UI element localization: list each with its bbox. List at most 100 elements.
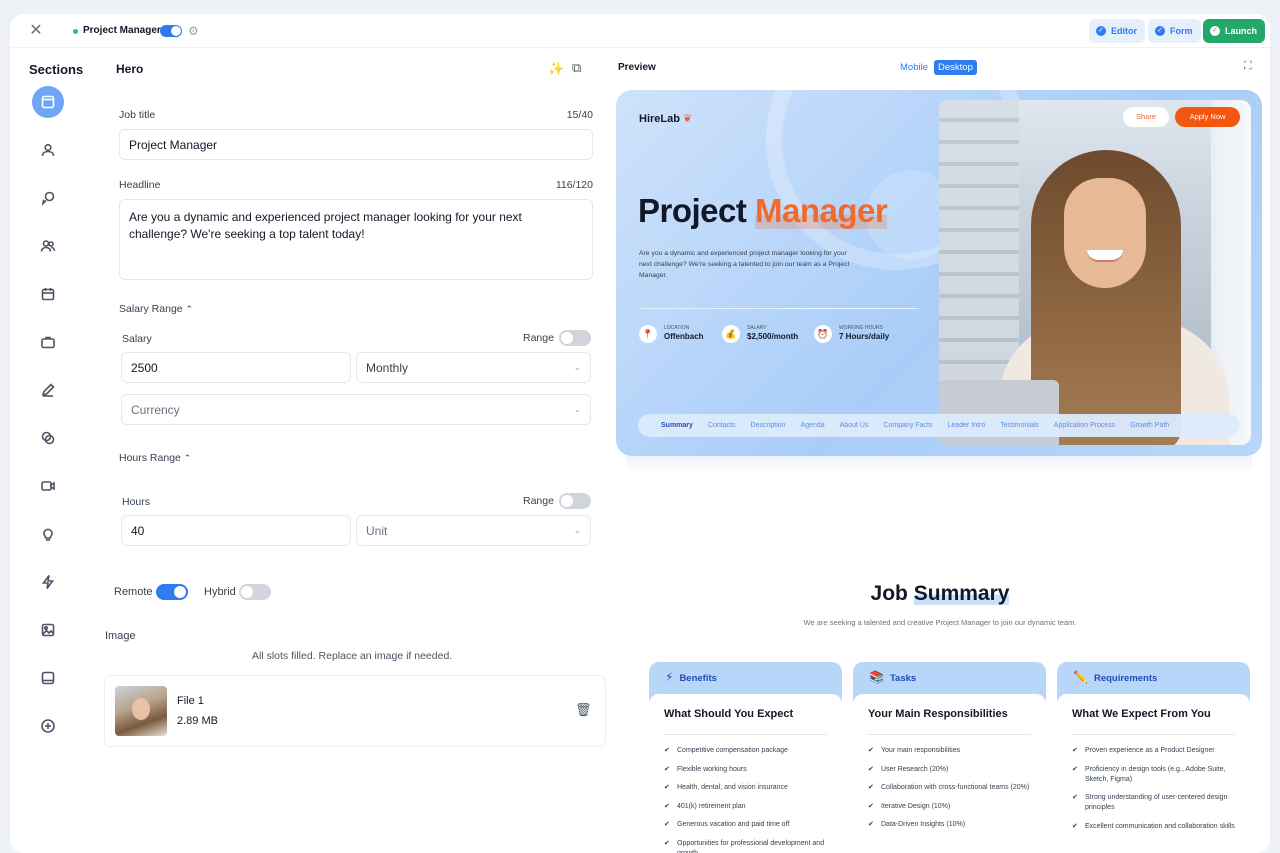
close-icon[interactable]: ✕ <box>28 23 44 39</box>
hours-range-toggle[interactable] <box>559 493 591 509</box>
nav-item-company-facts[interactable]: Company Facts <box>883 422 932 429</box>
magic-wand-icon[interactable]: ✨ <box>548 61 564 77</box>
remote-toggle[interactable] <box>155 584 188 600</box>
stat-label: LOCATION <box>664 325 690 331</box>
divider <box>639 308 919 309</box>
chevron-up-icon: ⌃ <box>183 453 192 463</box>
summary-title-part1: Job <box>870 582 908 605</box>
job-title-label: Job title <box>119 109 156 121</box>
form-button[interactable]: ✓ Form <box>1148 19 1201 43</box>
salary-range-text: Salary Range <box>119 303 183 315</box>
file-name: File 1 <box>177 695 204 707</box>
benefits-card: ⚡ Benefits What Should You Expect Competi… <box>649 662 842 853</box>
hours-range-text: Hours Range <box>119 452 181 464</box>
calendar-icon[interactable] <box>32 278 64 310</box>
card-tab: ✏️ Requirements <box>1073 670 1157 684</box>
check-icon: ✓ <box>1096 26 1106 36</box>
bolt-icon[interactable] <box>32 566 64 598</box>
nav-item-agenda[interactable]: Agenda <box>801 422 825 429</box>
stat-value: Offenbach <box>664 332 704 341</box>
preview-label: Preview <box>618 62 656 73</box>
nav-item-growth-path[interactable]: Growth Path <box>1130 422 1169 429</box>
hours-input[interactable]: 40 <box>121 515 351 546</box>
toggle-knob <box>171 26 181 36</box>
card-heading: What Should You Expect <box>664 708 794 720</box>
hero-photo <box>939 100 1251 445</box>
launch-button-label: Launch <box>1225 26 1258 36</box>
toggle-knob <box>561 495 573 507</box>
salary-period-select[interactable]: Monthly ⌄ <box>356 352 591 383</box>
chevron-down-icon: ⌄ <box>573 362 581 372</box>
apply-now-button[interactable]: Apply Now <box>1175 107 1240 127</box>
headline-label: Headline <box>119 179 161 191</box>
list-item: User Research (20%) <box>868 765 1033 775</box>
expand-icon[interactable]: ⛶ <box>1244 60 1252 73</box>
chat-icon[interactable] <box>32 182 64 214</box>
circles-icon[interactable] <box>32 422 64 454</box>
pencil-icon: ✏️ <box>1073 670 1088 684</box>
list-item: Competitive compensation package <box>664 746 829 756</box>
card-tab-label: Tasks <box>889 673 917 684</box>
hybrid-toggle[interactable] <box>238 584 271 600</box>
card-tab: ⚡ Benefits <box>665 670 717 684</box>
file-card: File 1 2.89 MB 🗑 <box>104 675 606 747</box>
video-icon[interactable] <box>32 470 64 502</box>
mobile-tab[interactable]: Mobile <box>900 62 928 73</box>
gear-icon[interactable]: ⚙ <box>188 24 199 38</box>
desktop-tab[interactable]: Desktop <box>934 60 977 75</box>
briefcase-icon[interactable] <box>32 326 64 358</box>
team-icon[interactable] <box>32 230 64 262</box>
list-item: Proven experience as a Product Designer <box>1072 746 1237 756</box>
launch-button[interactable]: ✓ Launch <box>1203 19 1266 43</box>
card-tab: 📚 Tasks <box>869 670 916 684</box>
thumbnail-face <box>132 698 150 720</box>
hybrid-option: Hybrid <box>204 584 271 600</box>
job-title-input[interactable]: Project Manager <box>119 129 593 160</box>
pen-icon[interactable] <box>32 374 64 406</box>
section-title: Hero <box>116 62 144 76</box>
hours-range-label[interactable]: Hours Range ⌃ <box>119 452 191 464</box>
project-name: Project Manager <box>83 25 161 36</box>
editor-button[interactable]: ✓ Editor <box>1089 19 1145 43</box>
nav-item-summary[interactable]: Summary <box>661 422 693 429</box>
top-bar: ✕ Project Manager ⚙ ✓ Editor ✓ Form ✓ Launc… <box>10 14 1270 48</box>
card-heading: What We Expect From You <box>1072 708 1211 720</box>
project-toggle[interactable] <box>160 25 182 37</box>
hero-icon[interactable] <box>32 86 64 118</box>
unit-select[interactable]: Unit ⌄ <box>356 515 591 546</box>
money-bag-icon: 💰 <box>722 325 740 343</box>
hero-title: Project Manager <box>638 192 888 230</box>
sections-sidebar: Sections <box>10 48 100 853</box>
user-icon[interactable] <box>32 134 64 166</box>
image-icon[interactable] <box>32 614 64 646</box>
stat-label: SALARY <box>747 325 767 331</box>
remote-label: Remote <box>114 585 153 598</box>
nav-item-description[interactable]: Description <box>751 422 786 429</box>
hours-label: Hours <box>122 496 151 508</box>
tablet-icon[interactable] <box>32 662 64 694</box>
preview-panel: Preview Mobile Desktop ⛶ HireLab ❦ Proje… <box>610 48 1270 853</box>
divider <box>1072 734 1235 735</box>
nav-item-contacts[interactable]: Contacts <box>708 422 736 429</box>
stat-value: $2,500/month <box>747 332 799 341</box>
trash-icon[interactable]: 🗑 <box>575 702 592 718</box>
add-icon[interactable] <box>32 710 64 742</box>
chevron-down-icon: ⌄ <box>573 404 581 414</box>
share-button[interactable]: Share <box>1123 107 1169 127</box>
chevron-up-icon: ⌃ <box>185 304 194 314</box>
image-add-icon[interactable]: ⧉ <box>572 60 581 76</box>
salary-input[interactable]: 2500 <box>121 352 351 383</box>
nav-item-application-process[interactable]: Application Process <box>1054 422 1115 429</box>
salary-range-toggle[interactable] <box>559 330 591 346</box>
nav-item-about-us[interactable]: About Us <box>840 422 869 429</box>
currency-select[interactable]: Currency ⌄ <box>121 394 591 425</box>
sections-title: Sections <box>29 62 84 77</box>
salary-range-label[interactable]: Salary Range ⌃ <box>119 303 193 315</box>
form-button-label: Form <box>1170 26 1193 36</box>
lightbulb-icon[interactable] <box>32 518 64 550</box>
hero-description: Are you a dynamic and experienced projec… <box>639 250 850 279</box>
nav-item-testimonials[interactable]: Testimonials <box>1000 422 1039 429</box>
list-item: Data-Driven Insights (10%) <box>868 820 1033 830</box>
headline-textarea[interactable]: Are you a dynamic and experienced projec… <box>119 199 593 280</box>
nav-item-leader-intro[interactable]: Leader Intro <box>948 422 986 429</box>
